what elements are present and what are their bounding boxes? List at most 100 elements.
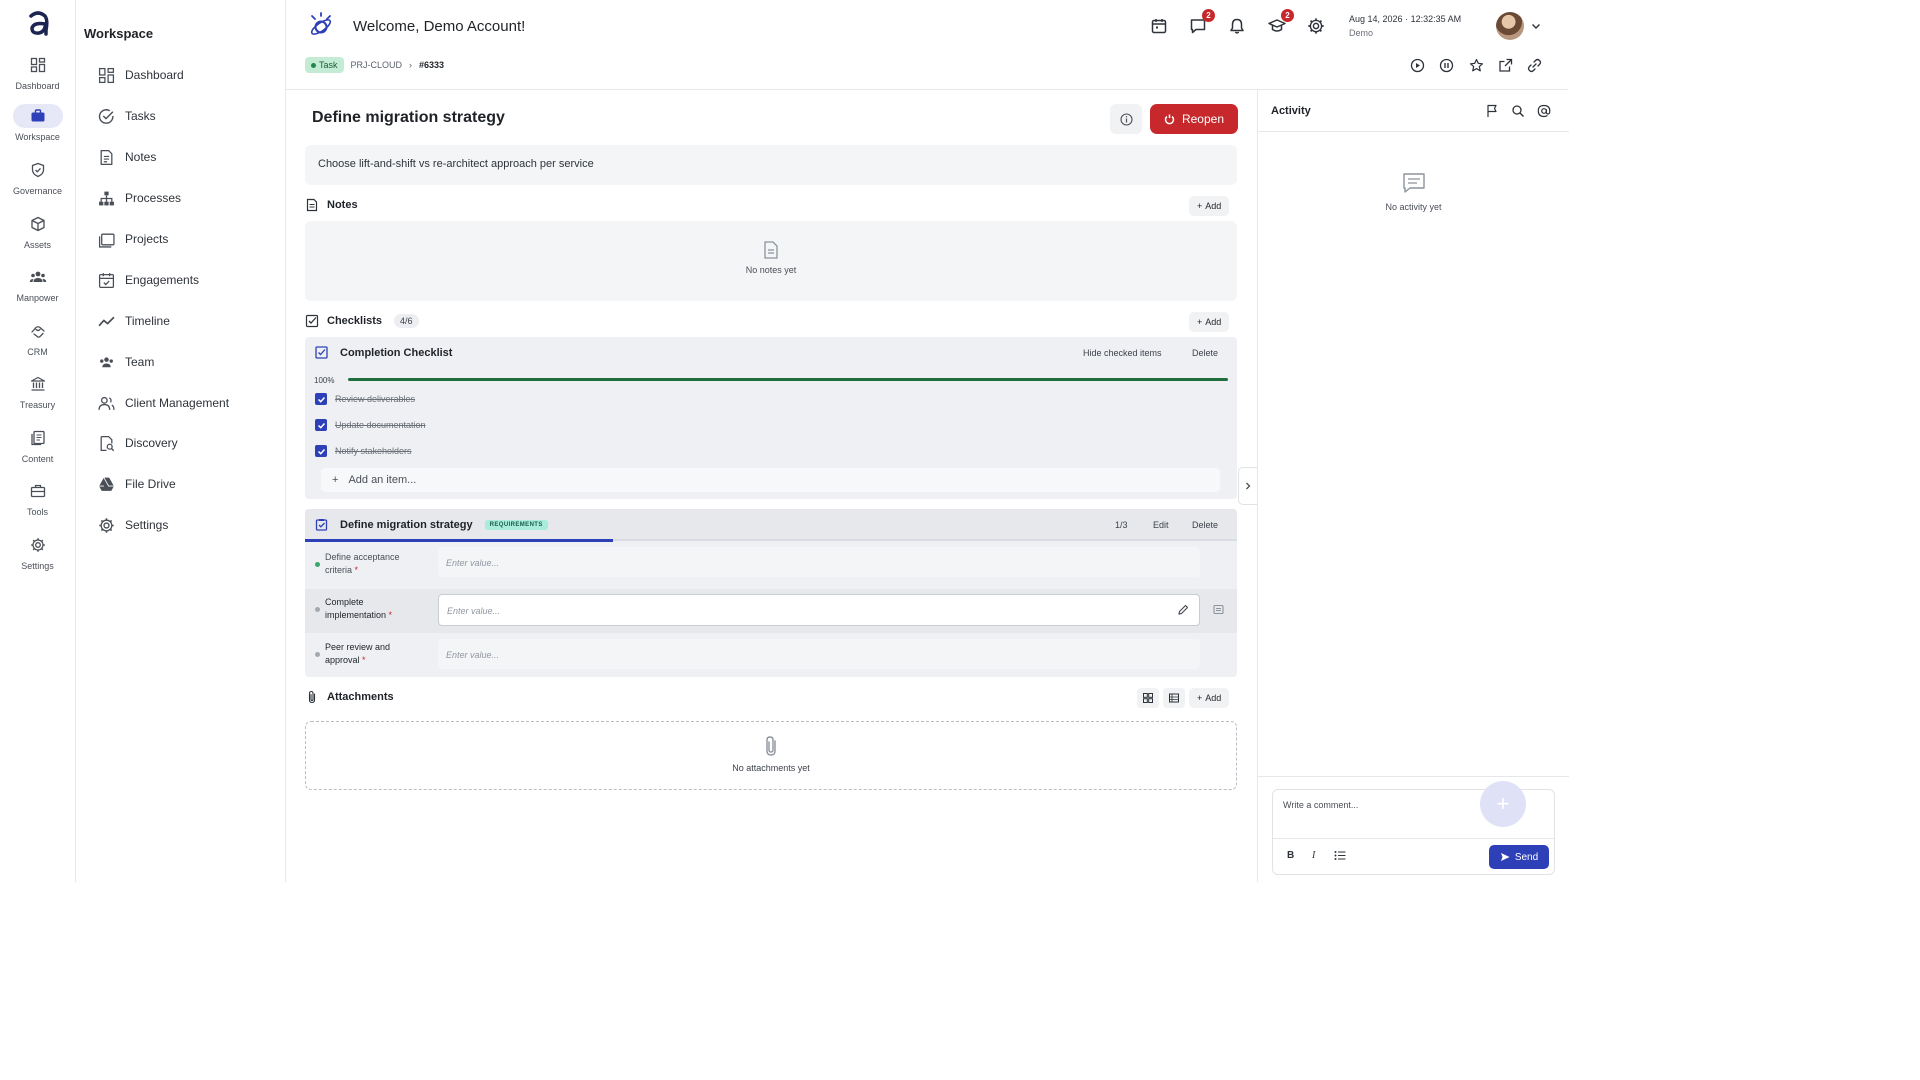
breadcrumb-project[interactable]: PRJ-CLOUD bbox=[351, 60, 403, 70]
documents-icon bbox=[30, 430, 45, 446]
delete-checklist-button[interactable]: Delete bbox=[1192, 348, 1218, 358]
activity-header: Activity bbox=[1258, 90, 1569, 132]
sidebar-item-file-drive[interactable]: File Drive bbox=[98, 473, 176, 495]
list-view-button[interactable] bbox=[1163, 688, 1185, 708]
drive-icon bbox=[99, 476, 114, 491]
play-icon[interactable] bbox=[1410, 58, 1425, 73]
send-icon bbox=[1500, 853, 1510, 861]
checklist-item-label: Update documentation bbox=[335, 420, 426, 430]
requirements-checklist: Define migration strategy REQUIREMENTS 1… bbox=[305, 509, 1237, 677]
add-attachment-button[interactable]: + Add bbox=[1189, 688, 1230, 708]
rail-item-crm[interactable]: CRM bbox=[0, 319, 75, 369]
sidebar-item-projects[interactable]: Projects bbox=[98, 228, 168, 250]
rail-item-treasury[interactable]: Treasury bbox=[0, 372, 75, 422]
attachments-title: Attachments bbox=[327, 691, 394, 703]
plus-icon: + bbox=[332, 474, 339, 486]
send-button[interactable]: Send bbox=[1489, 845, 1549, 869]
sidebar-item-engagements[interactable]: Engagements bbox=[98, 269, 199, 291]
sidebar-item-client-management[interactable]: Client Management bbox=[98, 392, 229, 414]
calendar-icon[interactable] bbox=[1150, 17, 1168, 35]
sidebar-item-team[interactable]: Team bbox=[98, 351, 154, 373]
hide-checked-button[interactable]: Hide checked items bbox=[1083, 348, 1162, 358]
pencil-icon[interactable] bbox=[1177, 604, 1189, 616]
rail-label: Dashboard bbox=[15, 81, 60, 91]
task-description[interactable]: Choose lift-and-shift vs re-architect ap… bbox=[305, 145, 1237, 185]
rail-item-governance[interactable]: Governance bbox=[0, 158, 75, 208]
rail-item-settings[interactable]: Settings bbox=[0, 533, 75, 583]
delete-requirements-button[interactable]: Delete bbox=[1192, 520, 1218, 530]
page-title: Define migration strategy bbox=[312, 109, 505, 126]
checklist-item[interactable]: Notify stakeholders bbox=[315, 445, 412, 457]
checkbox-checked[interactable] bbox=[315, 445, 327, 457]
checklist-percent: 100% bbox=[314, 376, 335, 385]
bold-button[interactable]: B bbox=[1287, 850, 1294, 861]
attachments-drop-zone[interactable]: No attachments yet bbox=[305, 721, 1237, 790]
add-note-button[interactable]: + Add bbox=[1189, 196, 1230, 216]
sidebar-item-settings[interactable]: Settings bbox=[98, 514, 168, 536]
bell-icon[interactable] bbox=[1228, 17, 1246, 35]
notes-field-icon[interactable] bbox=[1213, 604, 1224, 615]
edit-requirements-button[interactable]: Edit bbox=[1153, 520, 1169, 530]
sidebar-item-processes[interactable]: Processes bbox=[98, 187, 181, 209]
task-type-tag[interactable]: Task bbox=[305, 57, 344, 73]
sidebar-item-label: Processes bbox=[125, 191, 182, 205]
activity-panel: Activity No activity yet Write a comment… bbox=[1257, 90, 1569, 882]
add-checklist-button[interactable]: + Add bbox=[1189, 312, 1230, 332]
rail-item-manpower[interactable]: Manpower bbox=[0, 265, 75, 315]
collapse-panel-button[interactable] bbox=[1238, 467, 1258, 505]
requirement-input[interactable]: Enter value... bbox=[438, 547, 1200, 577]
plus-icon: + bbox=[1197, 317, 1203, 327]
pause-icon[interactable] bbox=[1439, 58, 1454, 73]
mention-icon[interactable] bbox=[1537, 104, 1551, 118]
checklist-item[interactable]: Review deliverables bbox=[315, 393, 415, 405]
rail-label: Tools bbox=[26, 507, 48, 517]
flag-icon[interactable] bbox=[1485, 104, 1499, 118]
sidebar-item-tasks[interactable]: Tasks bbox=[98, 105, 156, 127]
check-icon bbox=[317, 422, 325, 429]
paperclip-icon bbox=[308, 690, 316, 704]
checkbox-checked[interactable] bbox=[315, 393, 327, 405]
breadcrumb: Task PRJ-CLOUD › #6333 bbox=[305, 57, 444, 73]
sidebar-item-discovery[interactable]: Discovery bbox=[98, 432, 178, 454]
rail-item-workspace[interactable]: Workspace bbox=[0, 104, 75, 154]
settings-gear-icon[interactable] bbox=[1307, 17, 1325, 35]
checkbox-checked[interactable] bbox=[315, 419, 327, 431]
link-icon[interactable] bbox=[1527, 58, 1542, 73]
sidebar-item-timeline[interactable]: Timeline bbox=[98, 310, 170, 332]
attachment-view-toggle bbox=[1137, 688, 1185, 708]
task-detail: Define migration strategy Reopen Choose … bbox=[286, 90, 1257, 882]
attachments-header: Attachments bbox=[305, 687, 394, 707]
a-logo[interactable] bbox=[22, 8, 54, 40]
rail-item-dashboard[interactable]: Dashboard bbox=[0, 53, 75, 103]
requirement-input[interactable]: Enter value... bbox=[438, 639, 1200, 669]
date-separator: · bbox=[1405, 14, 1409, 24]
rail-item-assets[interactable]: Assets bbox=[0, 212, 75, 262]
requirement-input-active[interactable]: Enter value... bbox=[438, 594, 1200, 626]
checklist-item[interactable]: Update documentation bbox=[315, 419, 426, 431]
clipboard-check-icon bbox=[315, 519, 328, 531]
grid-view-button[interactable] bbox=[1137, 688, 1159, 708]
italic-button[interactable]: I bbox=[1312, 850, 1315, 861]
info-button[interactable] bbox=[1110, 104, 1142, 134]
add-item-input[interactable]: + Add an item... bbox=[321, 468, 1220, 492]
rail-item-tools[interactable]: Tools bbox=[0, 479, 75, 529]
activity-empty-state: No activity yet bbox=[1258, 172, 1569, 212]
sidebar-item-notes[interactable]: Notes bbox=[98, 146, 156, 168]
floating-add-button[interactable]: + bbox=[1480, 781, 1526, 827]
rail-item-content[interactable]: Content bbox=[0, 426, 75, 476]
bullet-list-icon[interactable] bbox=[1334, 850, 1346, 861]
chevron-down-icon[interactable] bbox=[1530, 20, 1542, 32]
paperclip-icon bbox=[766, 736, 776, 756]
check-icon bbox=[317, 396, 325, 403]
avatar[interactable] bbox=[1496, 12, 1524, 40]
rail-label: Assets bbox=[23, 240, 51, 250]
reopen-button[interactable]: Reopen bbox=[1150, 104, 1238, 134]
open-external-icon[interactable] bbox=[1498, 58, 1513, 73]
checklist-title: Completion Checklist bbox=[340, 346, 453, 359]
add-attachment-label: Add bbox=[1205, 693, 1222, 703]
star-icon[interactable] bbox=[1469, 58, 1484, 73]
gear-icon bbox=[30, 538, 45, 552]
search-icon[interactable] bbox=[1511, 104, 1525, 118]
sidebar-item-dashboard[interactable]: Dashboard bbox=[98, 64, 184, 86]
plus-icon: + bbox=[1197, 201, 1203, 211]
